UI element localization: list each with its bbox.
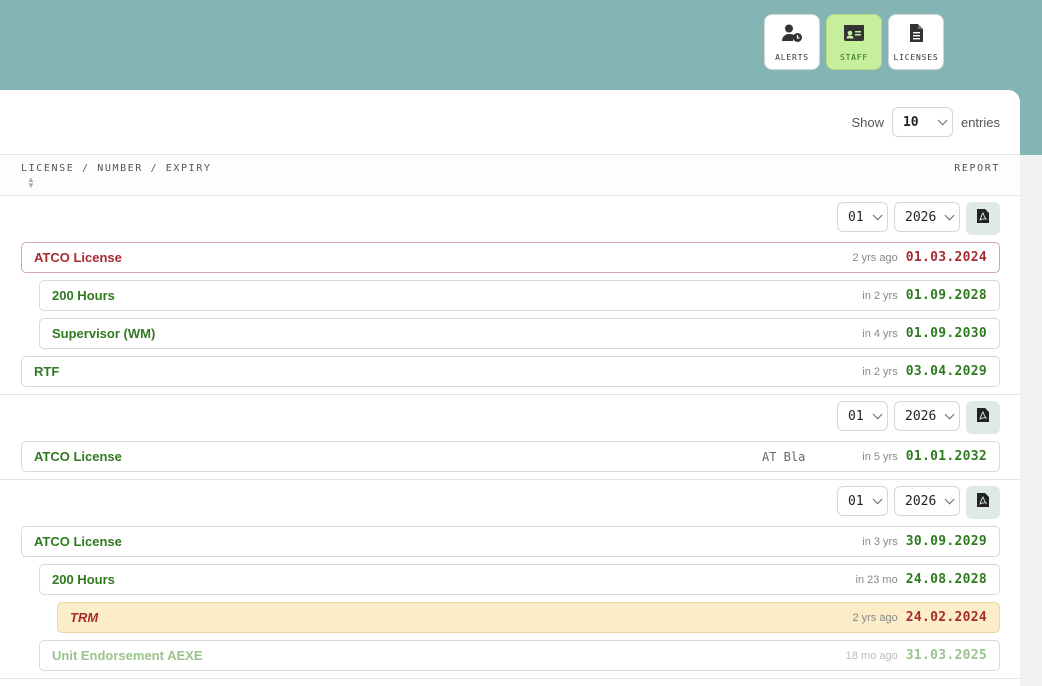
chevron-down-icon <box>944 409 955 419</box>
license-relative-time: in 5 yrs <box>862 450 898 463</box>
year-select[interactable]: 2026 <box>894 486 960 516</box>
chevron-down-icon <box>872 493 883 504</box>
license-relative-time: in 4 yrs <box>862 327 898 340</box>
entries-select[interactable]: 10 <box>891 107 953 137</box>
pdf-report-button[interactable] <box>966 202 1000 235</box>
file-pdf-icon <box>977 209 989 228</box>
license-relative-time: in 3 yrs <box>862 535 898 548</box>
month-select[interactable]: 01 <box>837 202 888 232</box>
entries-label: entries <box>960 114 1000 130</box>
license-relative-time: in 2 yrs <box>862 365 898 378</box>
license-number: AT Bla <box>762 449 806 464</box>
staff-license-group: 01 2026 ATCO License AT Bla in 5 yrs 01.… <box>0 395 1020 480</box>
month-select[interactable]: 01 <box>837 401 888 431</box>
license-row[interactable]: Supervisor (WM) in 4 yrs 01.09.2030 <box>39 318 1000 349</box>
staff-license-group: 01 2026 ATCO License 2 yrs ago 01.03.202… <box>0 196 1020 395</box>
license-expiry-date: 24.08.2028 <box>905 572 987 587</box>
chevron-down-icon <box>937 114 948 125</box>
year-select[interactable]: 2026 <box>894 401 960 431</box>
license-row[interactable]: TRM 2 yrs ago 24.02.2024 <box>57 602 1000 633</box>
show-label: Show <box>851 114 884 130</box>
license-row[interactable]: RTF in 2 yrs 03.04.2029 <box>21 356 1000 387</box>
user-clock-icon <box>781 23 803 48</box>
license-expiry-date: 30.09.2029 <box>905 534 987 549</box>
top-nav: ALERTS STAFF LICENSES <box>764 14 944 70</box>
nav-staff-label: STAFF <box>839 52 869 62</box>
license-relative-time: 2 yrs ago <box>852 251 898 264</box>
year-select[interactable]: 2026 <box>894 202 960 232</box>
chevron-down-icon <box>944 494 955 504</box>
report-controls: 01 2026 <box>837 486 1000 519</box>
license-expiry-date: 01.03.2024 <box>905 250 987 265</box>
year-value: 2026 <box>905 493 937 509</box>
license-name: ATCO License <box>34 449 122 464</box>
page-background-strip <box>1020 155 1042 686</box>
report-controls: 01 2026 <box>837 401 1000 434</box>
license-expiry-date: 31.03.2025 <box>905 648 987 663</box>
nav-alerts-button[interactable]: ALERTS <box>764 14 820 70</box>
license-expiry-date: 01.09.2028 <box>905 288 987 303</box>
entries-value: 10 <box>902 114 919 130</box>
pdf-report-button[interactable] <box>966 486 1000 519</box>
chevron-down-icon <box>944 210 955 220</box>
license-row[interactable]: 200 Hours in 2 yrs 01.09.2028 <box>39 280 1000 311</box>
license-name: Supervisor (WM) <box>52 326 156 341</box>
license-relative-time: 18 mo ago <box>845 649 898 662</box>
column-header-report: REPORT <box>954 163 1000 174</box>
license-name: Unit Endorsement AEXE <box>52 648 203 663</box>
license-row[interactable]: 200 Hours in 23 mo 24.08.2028 <box>39 564 1000 595</box>
license-name: TRM <box>70 610 99 625</box>
license-row[interactable]: ATCO License in 3 yrs 30.09.2029 <box>21 526 1000 557</box>
license-name: 200 Hours <box>52 572 115 587</box>
pdf-report-button[interactable] <box>966 401 1000 434</box>
file-pdf-icon <box>977 493 989 512</box>
license-row[interactable]: ATCO License AT Bla in 5 yrs 01.01.2032 <box>21 441 1000 472</box>
license-row[interactable]: Unit Endorsement AEXE 18 mo ago 31.03.20… <box>39 640 1000 671</box>
nav-alerts-label: ALERTS <box>775 52 809 62</box>
license-relative-time: 2 yrs ago <box>852 611 898 624</box>
sort-icon[interactable]: ▲ ▼ <box>27 176 35 190</box>
month-value: 01 <box>848 408 864 424</box>
table-header: LICENSE / NUMBER / EXPIRY ▲ ▼ REPORT <box>0 154 1020 196</box>
staff-license-group: 01 2026 ATCO License in 3 yrs 30.09.2029… <box>0 480 1020 679</box>
chevron-down-icon <box>872 408 883 419</box>
month-select[interactable]: 01 <box>837 486 888 516</box>
license-relative-time: in 2 yrs <box>862 289 898 302</box>
id-card-icon <box>843 23 865 48</box>
nav-staff-button[interactable]: STAFF <box>826 14 882 70</box>
month-value: 01 <box>848 493 864 509</box>
licenses-panel: Show 10 entries LICENSE / NUMBER / EXPIR… <box>0 90 1020 686</box>
license-name: ATCO License <box>34 534 122 549</box>
license-row[interactable]: ATCO License 2 yrs ago 01.03.2024 <box>21 242 1000 273</box>
document-icon <box>905 23 927 48</box>
license-name: 200 Hours <box>52 288 115 303</box>
report-controls: 01 2026 <box>837 202 1000 235</box>
license-expiry-date: 01.01.2032 <box>905 449 987 464</box>
entries-control: Show 10 entries <box>851 107 1000 137</box>
year-value: 2026 <box>905 209 937 225</box>
nav-licenses-label: LICENSES <box>893 52 939 62</box>
chevron-down-icon <box>872 209 883 220</box>
license-name: ATCO License <box>34 250 122 265</box>
license-relative-time: in 23 mo <box>855 573 898 586</box>
file-pdf-icon <box>977 408 989 427</box>
license-expiry-date: 24.02.2024 <box>905 610 987 625</box>
license-name: RTF <box>34 364 60 379</box>
column-header-license[interactable]: LICENSE / NUMBER / EXPIRY <box>21 163 212 174</box>
license-expiry-date: 03.04.2029 <box>905 364 987 379</box>
license-expiry-date: 01.09.2030 <box>905 326 987 341</box>
nav-licenses-button[interactable]: LICENSES <box>888 14 944 70</box>
month-value: 01 <box>848 209 864 225</box>
year-value: 2026 <box>905 408 937 424</box>
